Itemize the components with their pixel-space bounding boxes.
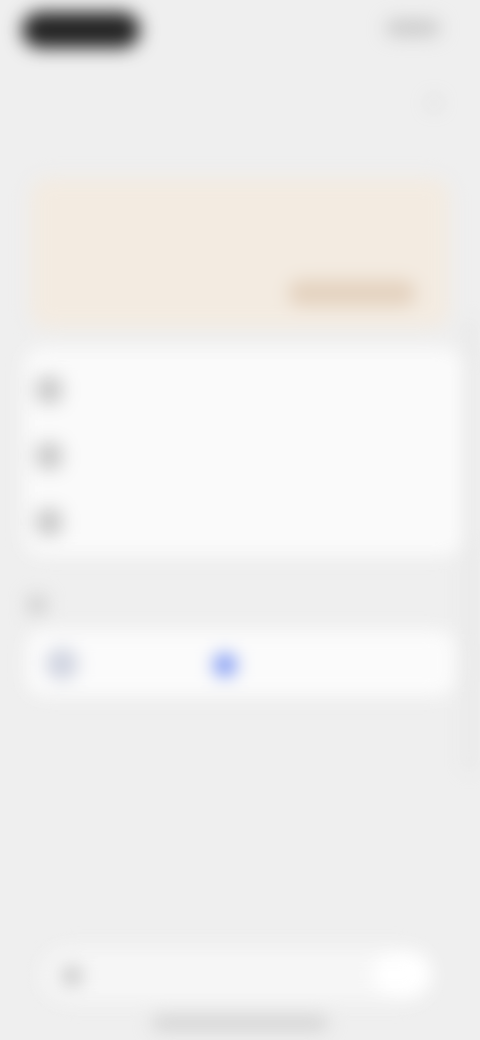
home-indicator [152,1016,328,1030]
verified-badge-icon [214,654,236,676]
status-bar-pill [22,12,140,48]
close-icon[interactable]: × [422,92,446,116]
banner-action-button[interactable] [288,280,416,306]
option-row-1[interactable] [36,368,446,412]
settings-icon [36,443,62,469]
banner-text [50,188,430,268]
app-screen: × [0,0,480,1040]
status-indicators [386,20,440,36]
account-field[interactable] [26,630,456,696]
scrollbar[interactable] [466,320,472,770]
message-input[interactable] [92,962,366,992]
page-title [170,86,310,120]
section-icon [28,596,46,614]
user-icon [36,377,62,403]
account-name [98,652,218,678]
send-button[interactable] [372,952,432,996]
attach-icon[interactable] [62,966,82,986]
lock-icon [36,509,62,535]
option-row-3[interactable] [36,500,446,544]
avatar [46,648,78,680]
option-row-2[interactable] [36,434,446,478]
